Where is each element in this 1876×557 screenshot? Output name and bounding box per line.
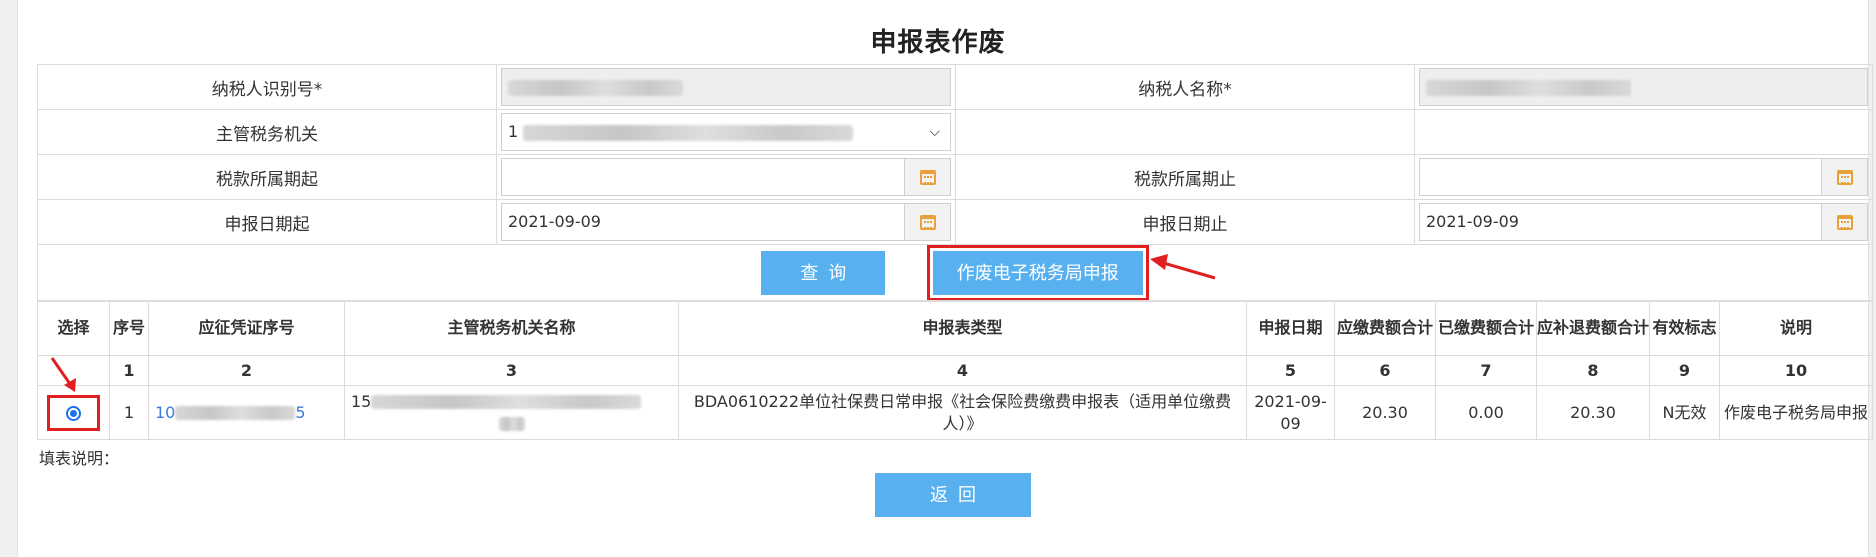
voucher-suffix[interactable]: 5 (295, 403, 305, 422)
calendar-icon (919, 214, 936, 230)
redacted-value (1426, 79, 1631, 96)
back-button[interactable]: 返回 (875, 473, 1031, 517)
row-valid-flag: N无效 (1649, 385, 1720, 440)
declare-date-start-input[interactable]: 2021-09-09 (501, 203, 951, 241)
declare-date-start-label: 申报日期起 (37, 199, 497, 245)
row-payable-total: 20.30 (1334, 385, 1436, 440)
col-header-valid: 有效标志 (1649, 300, 1720, 356)
taxpayer-name-field (1419, 68, 1868, 106)
declare-date-end-value: 2021-09-09 (1426, 212, 1519, 231)
col-header-authority: 主管税务机关名称 (344, 300, 679, 356)
col-number: 4 (678, 355, 1247, 386)
col-header-select: 选择 (37, 300, 110, 356)
col-header-remark: 说明 (1719, 300, 1873, 356)
redacted-value (499, 417, 525, 431)
col-header-seq: 序号 (109, 300, 149, 356)
period-end-label: 税款所属期止 (955, 154, 1415, 200)
declare-date-start-value: 2021-09-09 (508, 212, 601, 231)
col-number (37, 355, 110, 386)
calendar-button[interactable] (1821, 159, 1867, 195)
query-form: 纳税人识别号* 纳税人名称* 主管税务机关 1 ⌵ 税款所属期起 税款所属期止 … (37, 64, 1873, 302)
row-paid-total: 0.00 (1435, 385, 1537, 440)
col-header-voucher: 应征凭证序号 (148, 300, 345, 356)
col-number: 7 (1435, 355, 1537, 386)
query-button[interactable]: 查询 (761, 251, 886, 295)
tax-authority-value: 1 (508, 122, 519, 141)
highlight-box (47, 394, 100, 431)
tax-authority-label: 主管税务机关 (37, 109, 497, 155)
declare-date-end-input[interactable]: 2021-09-09 (1419, 203, 1868, 241)
page-title: 申报表作废 (870, 28, 1006, 58)
redacted-value (508, 79, 683, 96)
col-number: 9 (1649, 355, 1720, 386)
row-seq: 1 (109, 385, 149, 440)
row-report-type: BDA0610222单位社保费日常申报《社会保险费缴费申报表（适用单位缴费人）》 (678, 385, 1247, 440)
declare-date-end-label: 申报日期止 (955, 199, 1415, 245)
calendar-button[interactable] (1821, 204, 1867, 240)
row-remark: 作废电子税务局申报 (1719, 385, 1873, 440)
col-header-refund: 应补退费额合计 (1536, 300, 1650, 356)
col-number: 6 (1334, 355, 1436, 386)
col-number: 5 (1246, 355, 1335, 386)
calendar-icon (1836, 214, 1853, 230)
row-refund-total: 20.30 (1536, 385, 1650, 440)
col-header-report-type: 申报表类型 (678, 300, 1247, 356)
taxpayer-id-label: 纳税人识别号* (37, 64, 497, 110)
col-header-paid: 已缴费额合计 (1435, 300, 1537, 356)
calendar-icon (919, 169, 936, 185)
calendar-button[interactable] (904, 204, 950, 240)
period-start-label: 税款所属期起 (37, 154, 497, 200)
col-header-payable: 应缴费额合计 (1334, 300, 1436, 356)
highlight-box: 作废电子税务局申报 (926, 245, 1149, 301)
col-header-declare-date: 申报日期 (1246, 300, 1335, 356)
chevron-down-icon: ⌵ (929, 124, 940, 140)
left-panel-edge (0, 0, 18, 557)
period-end-input[interactable] (1419, 158, 1868, 196)
redacted-value (175, 406, 296, 420)
redacted-value (523, 124, 854, 141)
col-number: 2 (148, 355, 345, 386)
calendar-button[interactable] (904, 159, 950, 195)
void-declaration-button[interactable]: 作废电子税务局申报 (932, 251, 1143, 295)
fill-instructions-label: 填表说明： (39, 449, 120, 468)
results-table: 选择 序号 应征凭证序号 主管税务机关名称 申报表类型 申报日期 应缴费额合计 … (37, 300, 1873, 440)
redacted-value (371, 395, 642, 409)
authority-prefix: 15 (351, 391, 372, 411)
taxpayer-id-field (501, 68, 951, 106)
table-row: 1 10 5 15 BDA0610222单位社保费日常申报《社会保险费缴费申报表（… (37, 385, 1873, 440)
col-number: 3 (344, 355, 679, 386)
col-number: 10 (1719, 355, 1873, 386)
col-number: 8 (1536, 355, 1650, 386)
col-number: 1 (109, 355, 149, 386)
row-declare-date: 2021-09-09 (1246, 385, 1335, 440)
voucher-prefix[interactable]: 10 (155, 403, 175, 422)
period-start-input[interactable] (501, 158, 951, 196)
calendar-icon (1836, 169, 1853, 185)
tax-authority-select[interactable]: 1 ⌵ (501, 113, 951, 151)
taxpayer-name-label: 纳税人名称* (955, 64, 1415, 110)
row-select-radio[interactable] (66, 405, 81, 421)
